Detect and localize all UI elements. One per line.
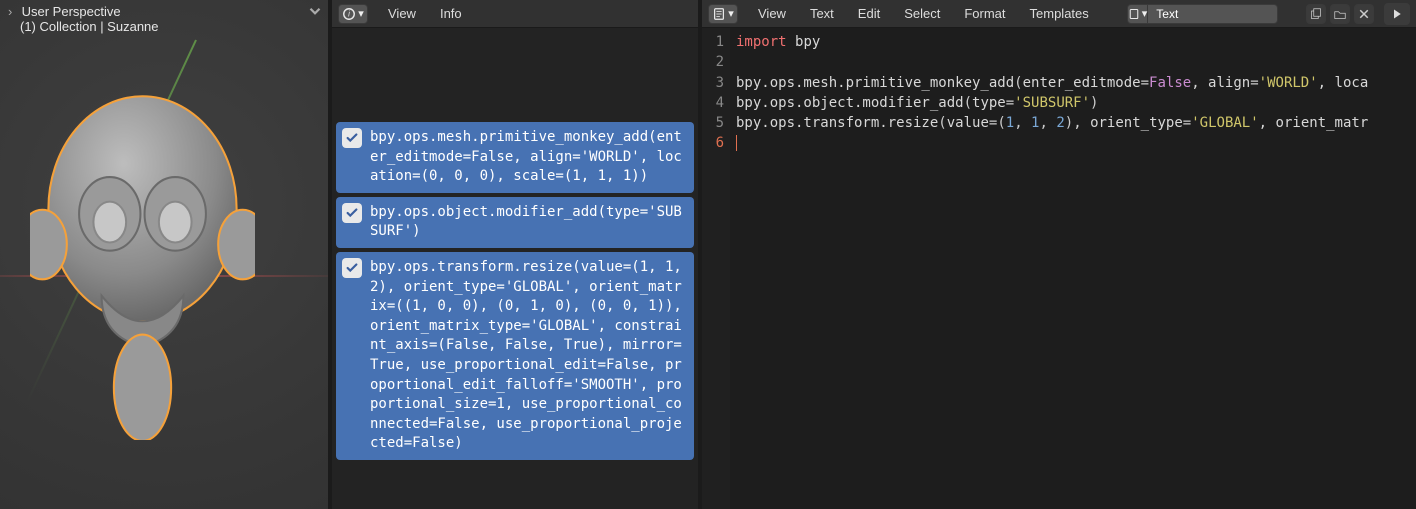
text-caret: [736, 135, 737, 151]
code-line[interactable]: import bpy: [736, 32, 1416, 52]
code-line[interactable]: bpy.ops.mesh.primitive_monkey_add(enter_…: [736, 73, 1416, 93]
editor-type-dropdown[interactable]: i ▾: [338, 4, 368, 24]
menu-view[interactable]: View: [748, 6, 796, 21]
line-number: 6: [702, 133, 724, 153]
log-checkbox[interactable]: [342, 128, 362, 148]
log-text: bpy.ops.object.modifier_add(type='SUBSUR…: [370, 204, 682, 240]
text-editor-panel: ▾ View Text Edit Select Format Templates…: [702, 0, 1416, 509]
log-text: bpy.ops.mesh.primitive_monkey_add(enter_…: [370, 129, 682, 184]
open-text-icon[interactable]: [1330, 4, 1350, 24]
code-line[interactable]: bpy.ops.transform.resize(value=(1, 1, 2)…: [736, 113, 1416, 133]
new-text-icon[interactable]: [1306, 4, 1326, 24]
menu-select[interactable]: Select: [894, 6, 950, 21]
line-number: 5: [702, 113, 724, 133]
menu-view[interactable]: View: [378, 6, 426, 21]
line-number-gutter: 123456: [702, 28, 730, 509]
viewport-subtitle: (1) Collection | Suzanne: [8, 19, 159, 34]
code-line[interactable]: [736, 133, 1416, 153]
suzanne-mesh[interactable]: [30, 90, 255, 440]
text-editor-header: ▾ View Text Edit Select Format Templates…: [702, 0, 1416, 28]
line-number: 3: [702, 73, 724, 93]
info-panel: i ▾ View Info bpy.ops.mesh.primitive_mon…: [332, 0, 702, 509]
log-text: bpy.ops.transform.resize(value=(1, 1, 2)…: [370, 259, 682, 451]
text-editor-body[interactable]: 123456 import bpy bpy.ops.mesh.primitive…: [702, 28, 1416, 509]
line-number: 4: [702, 93, 724, 113]
datablock-browse-icon[interactable]: ▾: [1127, 4, 1149, 24]
log-checkbox[interactable]: [342, 203, 362, 223]
editor-type-dropdown[interactable]: ▾: [708, 4, 738, 24]
menu-format[interactable]: Format: [954, 6, 1015, 21]
code-line[interactable]: bpy.ops.object.modifier_add(type='SUBSUR…: [736, 93, 1416, 113]
line-number: 2: [702, 52, 724, 72]
viewport-title: User Perspective: [22, 4, 121, 19]
code-area[interactable]: import bpy bpy.ops.mesh.primitive_monkey…: [730, 28, 1416, 509]
info-header: i ▾ View Info: [332, 0, 698, 28]
chevron-right-icon[interactable]: ›: [8, 4, 18, 19]
text-datablock-selector[interactable]: ▾ Text: [1127, 4, 1279, 24]
info-log[interactable]: bpy.ops.mesh.primitive_monkey_add(enter_…: [332, 28, 698, 509]
log-entry[interactable]: bpy.ops.object.modifier_add(type='SUBSUR…: [336, 197, 694, 248]
run-script-button[interactable]: [1384, 3, 1410, 25]
log-entry[interactable]: bpy.ops.transform.resize(value=(1, 1, 2)…: [336, 252, 694, 460]
viewport-overlay-text: › User Perspective (1) Collection | Suza…: [0, 0, 328, 38]
menu-edit[interactable]: Edit: [848, 6, 890, 21]
menu-templates[interactable]: Templates: [1020, 6, 1099, 21]
unlink-text-icon[interactable]: [1354, 4, 1374, 24]
menu-info[interactable]: Info: [430, 6, 472, 21]
menu-text[interactable]: Text: [800, 6, 844, 21]
log-entry[interactable]: bpy.ops.mesh.primitive_monkey_add(enter_…: [336, 122, 694, 193]
svg-text:i: i: [348, 9, 350, 18]
viewport-3d[interactable]: › User Perspective (1) Collection | Suza…: [0, 0, 332, 509]
code-line[interactable]: [736, 52, 1416, 72]
text-datablock-name[interactable]: Text: [1148, 4, 1278, 24]
log-checkbox[interactable]: [342, 258, 362, 278]
line-number: 1: [702, 32, 724, 52]
